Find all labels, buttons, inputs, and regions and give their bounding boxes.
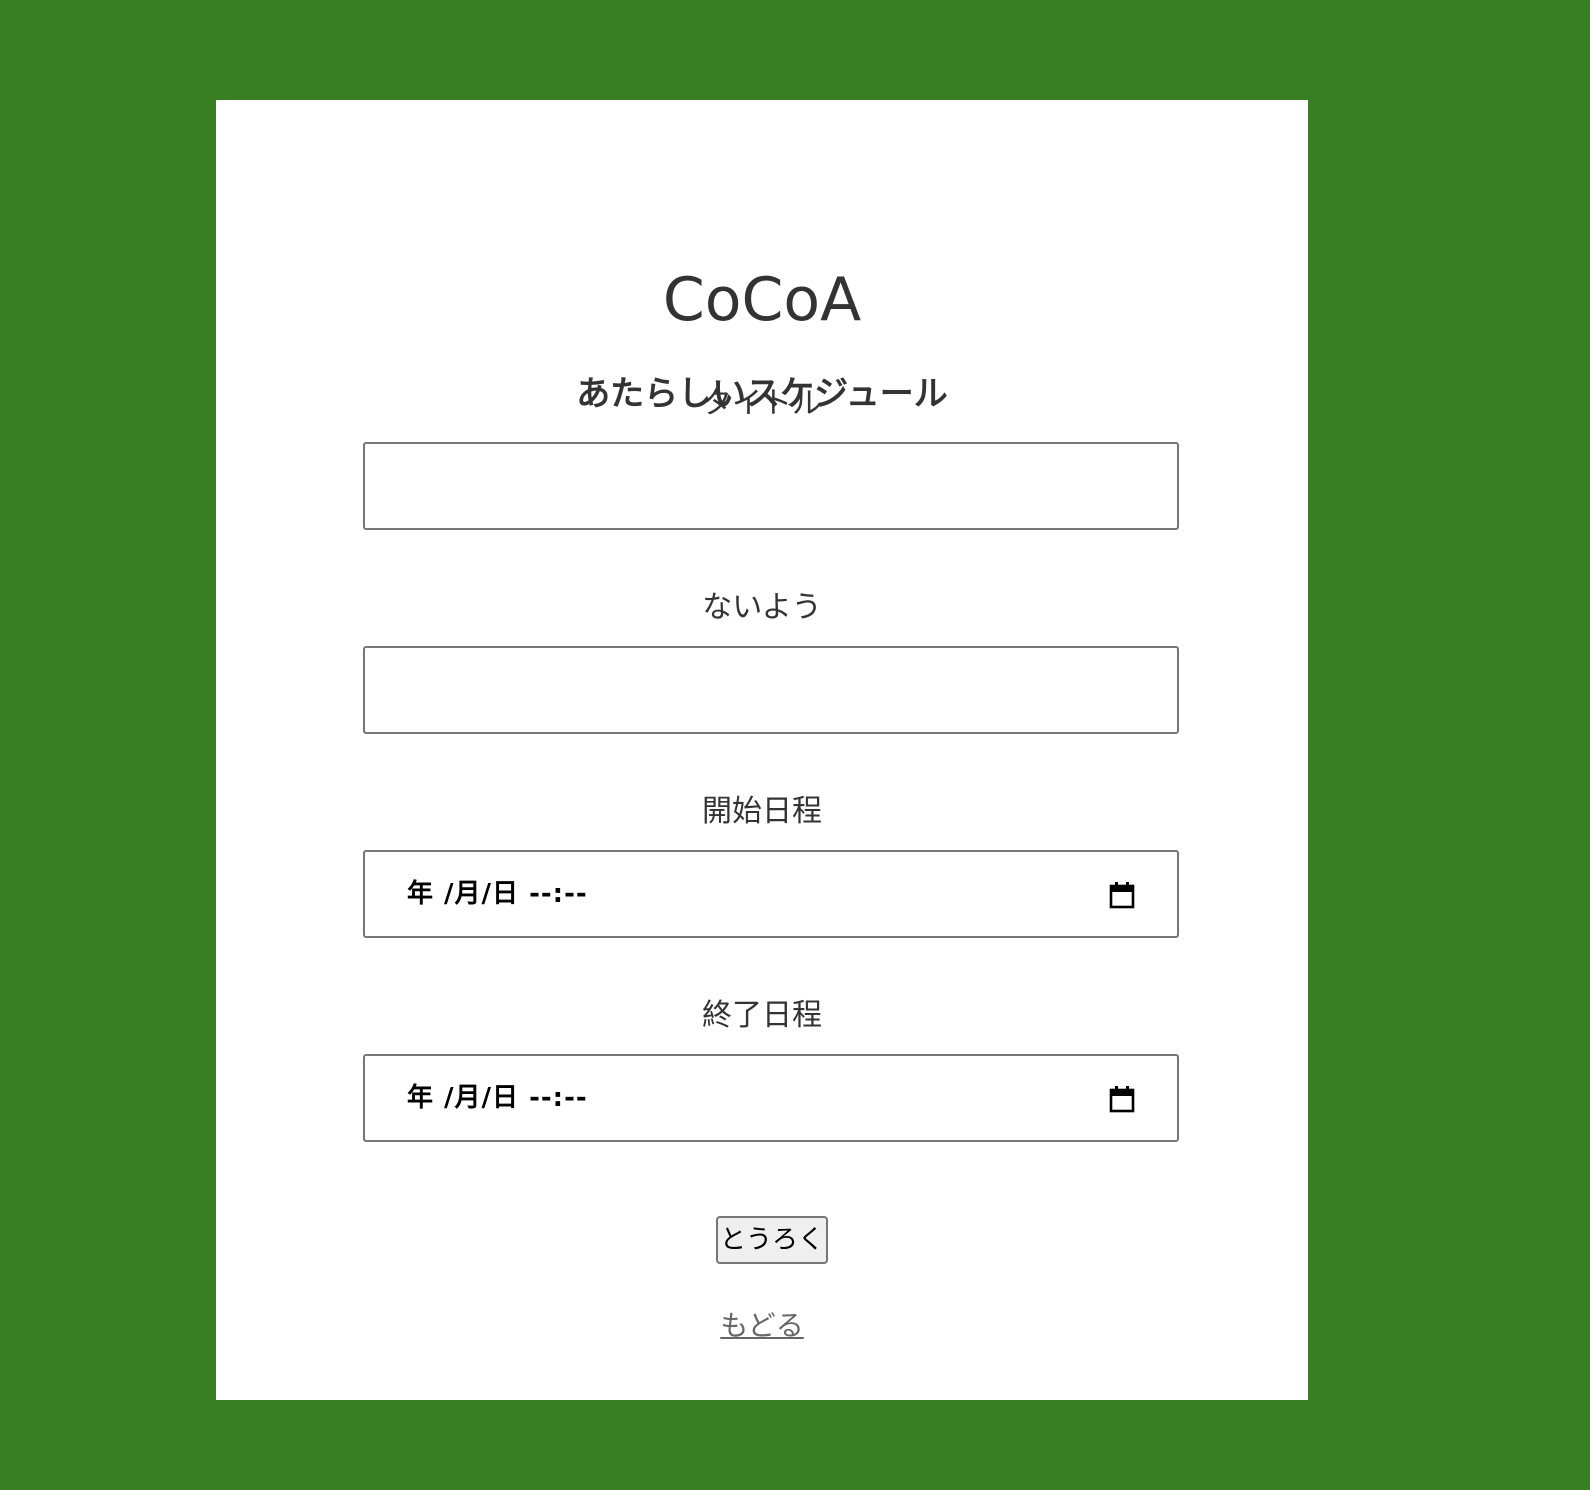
end-datetime-input[interactable]: 年 /月/日 --:--: [363, 1054, 1179, 1142]
content-label: ないよう: [702, 590, 822, 625]
end-datetime-value: 年 /月/日 --:--: [407, 1083, 588, 1113]
title-input[interactable]: [363, 442, 1179, 530]
start-datetime-value: 年 /月/日 --:--: [407, 879, 588, 909]
calendar-icon[interactable]: [1109, 1085, 1135, 1113]
end-date-label: 終了日程: [702, 998, 822, 1033]
start-datetime-input[interactable]: 年 /月/日 --:--: [363, 850, 1179, 938]
back-link-container: もどる: [216, 1306, 1308, 1346]
schedule-card: CoCoA あたらしいスケジュール タイトル ないよう 開始日程 年 /月/日 …: [216, 100, 1308, 1400]
submit-button[interactable]: とうろく: [716, 1216, 828, 1264]
content-input[interactable]: [363, 646, 1179, 734]
start-date-label: 開始日程: [702, 794, 822, 829]
calendar-icon[interactable]: [1109, 881, 1135, 909]
back-link[interactable]: もどる: [720, 1309, 803, 1342]
app-title: CoCoA: [662, 265, 862, 335]
title-label: タイトル: [702, 386, 822, 421]
